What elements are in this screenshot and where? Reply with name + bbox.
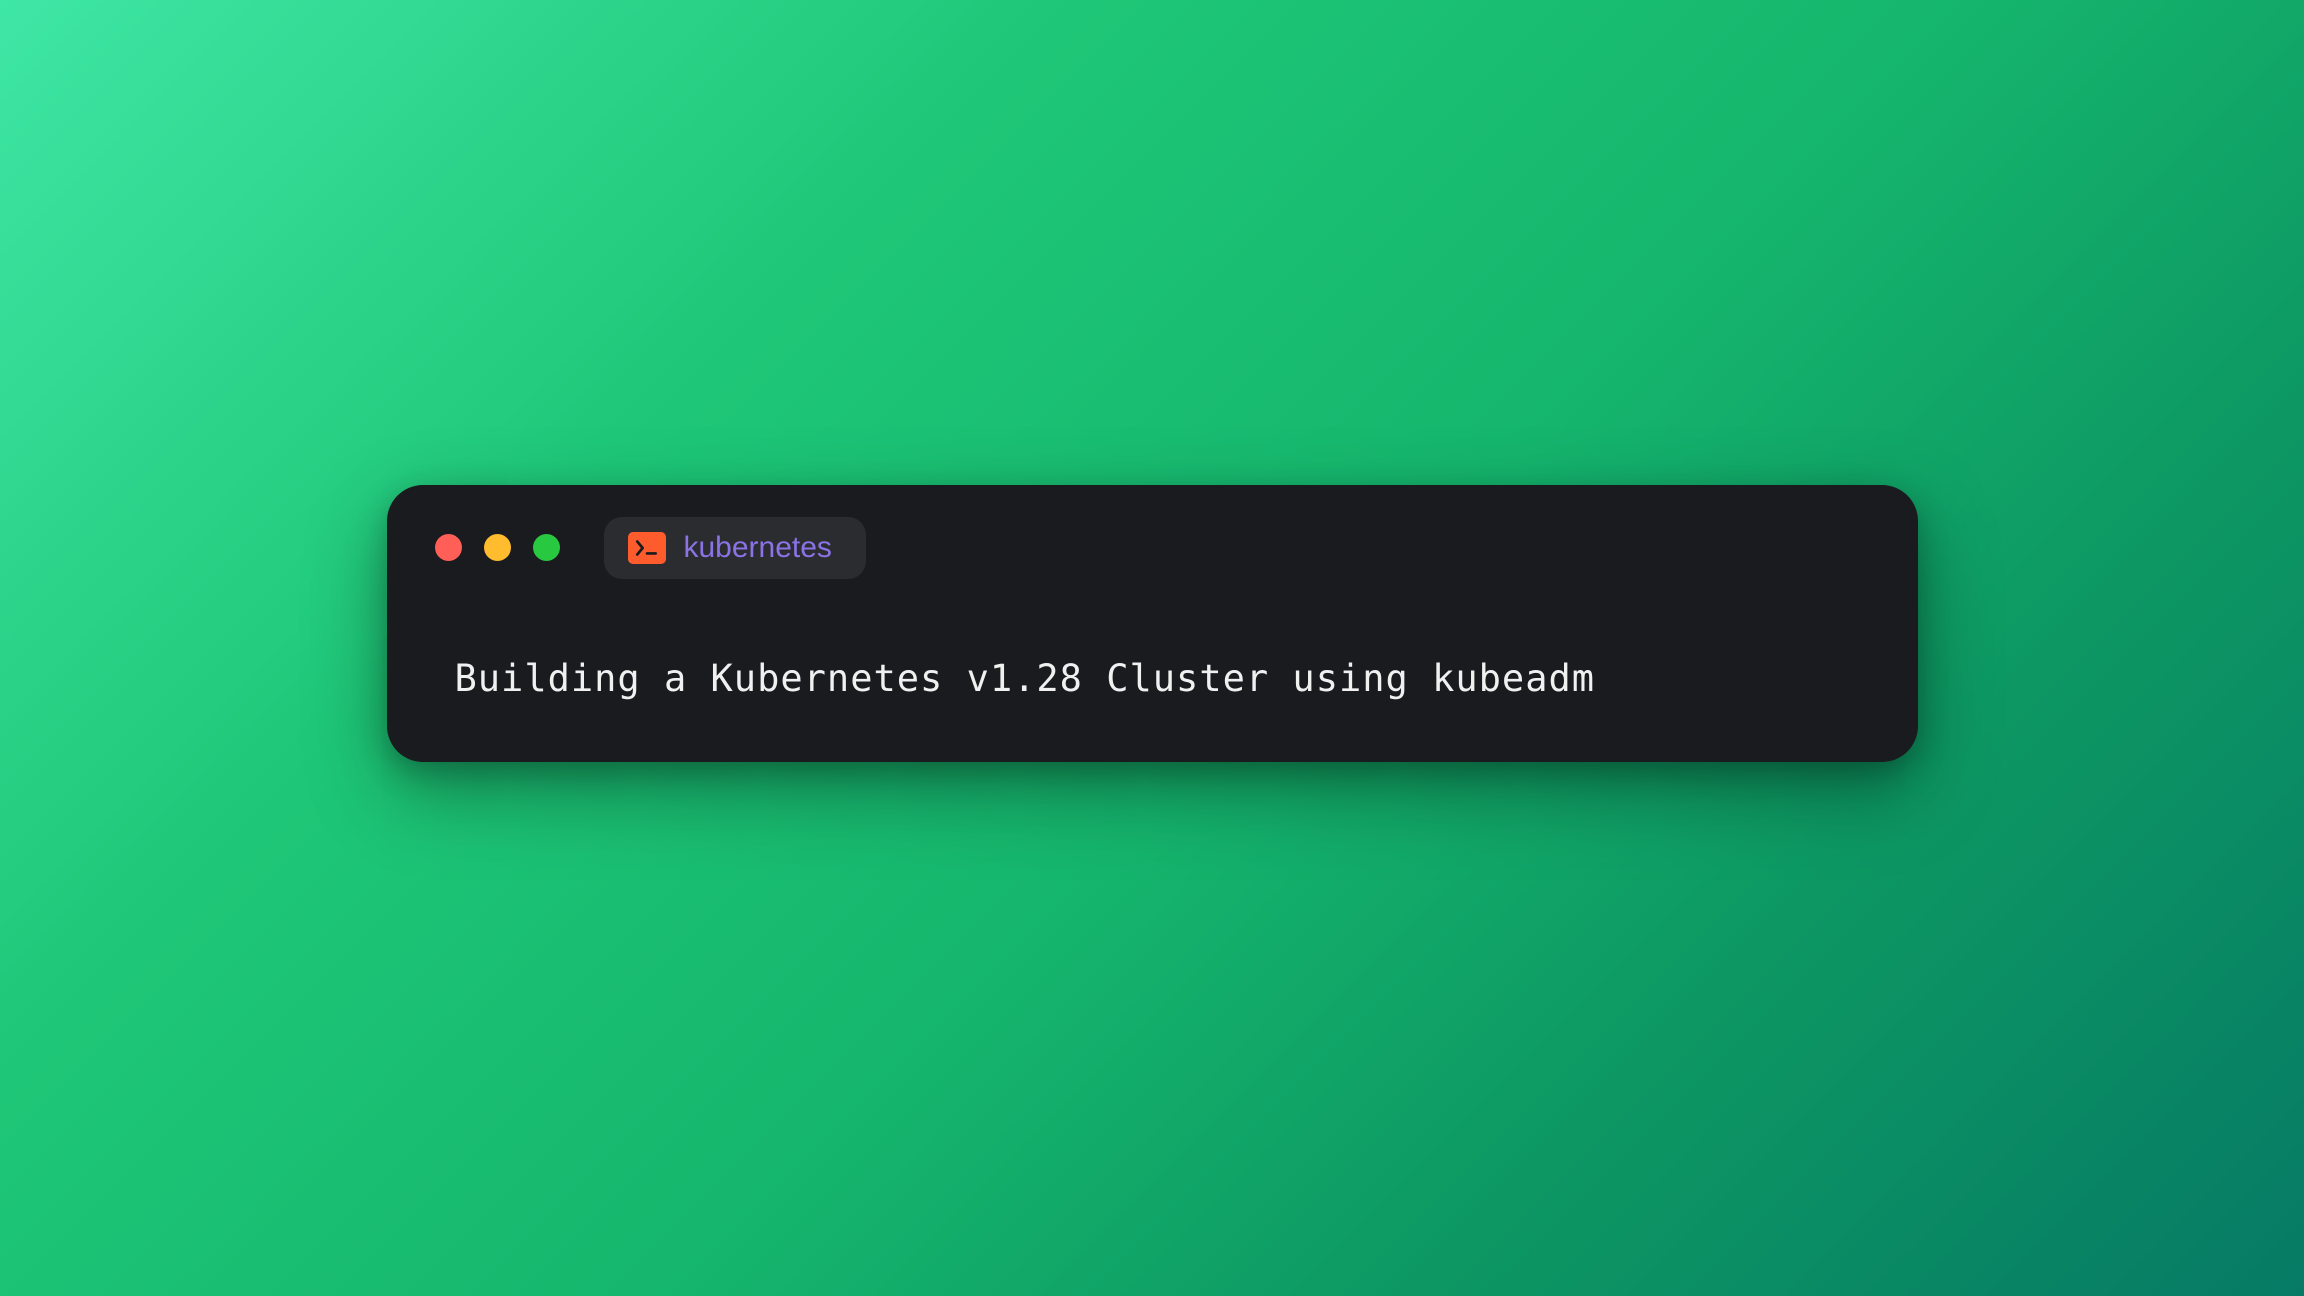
terminal-text: Building a Kubernetes v1.28 Cluster usin… [455,657,1870,700]
terminal-icon [628,532,666,564]
tab-label: kubernetes [684,531,832,565]
close-button[interactable] [435,534,462,561]
terminal-tab[interactable]: kubernetes [604,517,866,579]
title-bar: kubernetes [435,517,1870,579]
terminal-content: Building a Kubernetes v1.28 Cluster usin… [435,657,1870,700]
minimize-button[interactable] [484,534,511,561]
maximize-button[interactable] [533,534,560,561]
terminal-window: kubernetes Building a Kubernetes v1.28 C… [387,485,1918,762]
traffic-lights [435,534,560,561]
